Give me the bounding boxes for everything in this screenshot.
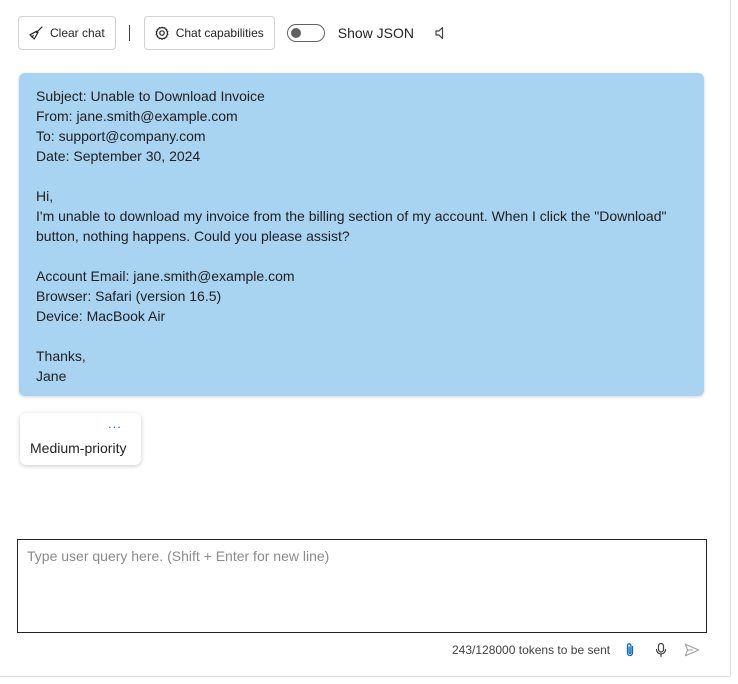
clear-chat-button[interactable]: Clear chat bbox=[18, 16, 116, 50]
toggle-knob bbox=[290, 28, 301, 38]
paperclip-icon[interactable] bbox=[622, 642, 638, 658]
show-json-toggle[interactable] bbox=[286, 24, 325, 42]
speaker-icon[interactable] bbox=[432, 25, 448, 41]
message-line: From: jane.smith@example.com bbox=[36, 108, 238, 124]
message-line: To: support@company.com bbox=[36, 128, 206, 144]
clear-chat-label: Clear chat bbox=[50, 26, 105, 40]
gear-icon bbox=[154, 25, 170, 41]
query-input[interactable] bbox=[18, 540, 706, 632]
message-line: I'm unable to download my invoice from t… bbox=[36, 208, 667, 224]
show-json-label: Show JSON bbox=[337, 25, 415, 41]
message-line: Hi, bbox=[36, 188, 54, 204]
send-icon[interactable] bbox=[684, 642, 700, 658]
panel-right-border bbox=[730, 0, 731, 676]
toolbar-divider bbox=[128, 25, 130, 41]
assistant-response-card: ... Medium-priority bbox=[20, 413, 141, 465]
message-line: Jane bbox=[36, 368, 67, 384]
message-line: Subject: Unable to Download Invoice bbox=[36, 88, 265, 104]
microphone-icon[interactable] bbox=[653, 642, 669, 658]
message-line: Thanks, bbox=[36, 348, 86, 364]
message-line: Device: MacBook Air bbox=[36, 308, 166, 324]
chat-capabilities-label: Chat capabilities bbox=[175, 26, 264, 40]
message-line: Account Email: jane.smith@example.com bbox=[36, 268, 295, 284]
message-line: Browser: Safari (version 16.5) bbox=[36, 288, 222, 304]
response-text: Medium-priority bbox=[30, 440, 127, 456]
chat-toolbar: Clear chat Chat capabilities Show JSON bbox=[18, 15, 448, 51]
message-line: button, nothing happens. Could you pleas… bbox=[36, 228, 350, 244]
query-input-box bbox=[17, 539, 707, 633]
more-options-icon[interactable]: ... bbox=[108, 416, 122, 431]
message-line: Date: September 30, 2024 bbox=[36, 148, 201, 164]
panel-bottom-border bbox=[0, 676, 731, 677]
token-count: 243/128000 tokens to be sent bbox=[452, 643, 611, 657]
user-message-bubble: Subject: Unable to Download Invoice From:… bbox=[19, 73, 704, 396]
input-footer: 243/128000 tokens to be sent bbox=[452, 640, 700, 660]
chat-capabilities-button[interactable]: Chat capabilities bbox=[143, 16, 275, 50]
broom-icon bbox=[28, 25, 44, 41]
